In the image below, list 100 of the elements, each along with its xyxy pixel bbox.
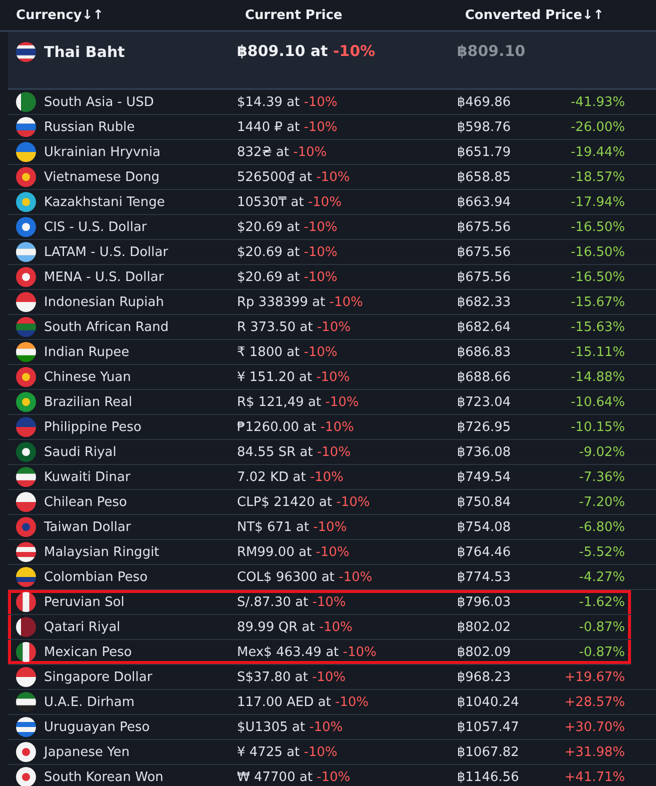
current-price: R 373.50 at -10% bbox=[237, 320, 351, 334]
current-price: $20.69 at -10% bbox=[237, 270, 338, 284]
current-price: 1440 ₽ at -10% bbox=[237, 120, 338, 134]
price-difference: -10.64% bbox=[570, 394, 625, 410]
converted-price: ฿726.95 bbox=[457, 420, 511, 434]
price-difference: -0.87% bbox=[579, 620, 625, 634]
flag-icon bbox=[16, 667, 36, 687]
converted-price: ฿1040.24 bbox=[457, 694, 520, 710]
flag-icon bbox=[16, 317, 36, 337]
currency-name: MENA - U.S. Dollar bbox=[44, 270, 164, 284]
price-difference: +19.67% bbox=[564, 670, 625, 684]
flag-icon bbox=[16, 42, 36, 62]
price-difference: -18.57% bbox=[570, 170, 625, 184]
converted-price: ฿749.54 bbox=[457, 470, 511, 484]
current-price: COL$ 96300 at -10% bbox=[237, 570, 372, 584]
price-difference: -15.11% bbox=[570, 344, 625, 360]
converted-price: ฿809.10 bbox=[457, 42, 526, 60]
converted-price: ฿682.33 bbox=[457, 294, 511, 310]
flag-icon bbox=[16, 342, 36, 362]
currency-name: Taiwan Dollar bbox=[44, 520, 131, 534]
currency-name: Brazilian Real bbox=[44, 394, 132, 410]
current-price: R$ 121,49 at -10% bbox=[237, 394, 359, 410]
currency-name: South Korean Won bbox=[44, 770, 164, 784]
price-difference: -0.87% bbox=[579, 644, 625, 660]
flag-icon bbox=[16, 267, 36, 287]
converted-price: ฿675.56 bbox=[457, 270, 511, 284]
price-difference: -41.93% bbox=[570, 94, 625, 110]
converted-price: ฿802.09 bbox=[457, 644, 511, 660]
flag-icon bbox=[16, 767, 36, 786]
flag-icon bbox=[16, 92, 36, 112]
currency-name: Colombian Peso bbox=[44, 570, 148, 584]
converted-price: ฿802.02 bbox=[457, 620, 511, 634]
currency-name: South African Rand bbox=[44, 320, 169, 334]
converted-price: ฿723.04 bbox=[457, 394, 511, 410]
current-price: 10530₸ at -10% bbox=[237, 194, 342, 210]
current-price: 89.99 QR at -10% bbox=[237, 620, 353, 634]
current-price: ₩ 47700 at -10% bbox=[237, 770, 350, 784]
column-header[interactable]: Currency↓↑ bbox=[8, 8, 237, 22]
converted-price: ฿1057.47 bbox=[457, 720, 520, 734]
converted-price: ฿774.53 bbox=[457, 570, 511, 584]
currency-name: Mexican Peso bbox=[44, 644, 132, 660]
converted-price: ฿682.64 bbox=[457, 320, 511, 334]
price-difference: +28.57% bbox=[564, 694, 625, 710]
flag-icon bbox=[16, 192, 36, 212]
currency-name: Qatari Riyal bbox=[44, 620, 120, 634]
currency-name: Kuwaiti Dinar bbox=[44, 470, 130, 484]
current-price: $14.39 at -10% bbox=[237, 94, 338, 110]
current-price: Mex$ 463.49 at -10% bbox=[237, 644, 376, 660]
flag-icon bbox=[16, 367, 36, 387]
flag-icon bbox=[16, 592, 36, 612]
current-price: S$37.80 at -10% bbox=[237, 670, 346, 684]
price-difference: +41.71% bbox=[564, 770, 625, 784]
price-difference: -10.15% bbox=[570, 420, 625, 434]
currency-name: Indonesian Rupiah bbox=[44, 294, 164, 310]
current-price: ¥ 4725 at -10% bbox=[237, 744, 338, 760]
currency-name: South Asia - USD bbox=[44, 94, 154, 110]
price-difference: +30.70% bbox=[564, 720, 625, 734]
currency-name: Uruguayan Peso bbox=[44, 720, 150, 734]
converted-price: ฿598.76 bbox=[457, 120, 511, 134]
flag-icon bbox=[16, 517, 36, 537]
converted-price: ฿750.84 bbox=[457, 494, 511, 510]
current-price: 7.02 KD at -10% bbox=[237, 470, 344, 484]
converted-price: ฿651.79 bbox=[457, 144, 511, 160]
current-price: NT$ 671 at -10% bbox=[237, 520, 347, 534]
column-header[interactable]: Current Price bbox=[237, 8, 457, 22]
converted-price: ฿1146.56 bbox=[457, 770, 520, 784]
flag-icon bbox=[16, 242, 36, 262]
flag-icon bbox=[16, 167, 36, 187]
price-difference: -5.52% bbox=[579, 544, 625, 560]
flag-icon bbox=[16, 567, 36, 587]
price-difference: -26.00% bbox=[570, 120, 625, 134]
flag-icon bbox=[16, 542, 36, 562]
currency-name: Philippine Peso bbox=[44, 420, 142, 434]
current-price: RM99.00 at -10% bbox=[237, 544, 350, 560]
currency-name: Russian Ruble bbox=[44, 120, 135, 134]
converted-price: ฿754.08 bbox=[457, 520, 511, 534]
current-price: $20.69 at -10% bbox=[237, 244, 338, 260]
currency-name: Kazakhstani Tenge bbox=[44, 194, 165, 210]
current-price: ₱1260.00 at -10% bbox=[237, 420, 354, 434]
price-difference: -6.80% bbox=[579, 520, 625, 534]
column-header[interactable]: Converted Price↓↑ bbox=[457, 8, 604, 22]
flag-icon bbox=[16, 692, 36, 712]
flag-icon bbox=[16, 617, 36, 637]
price-difference: -7.20% bbox=[579, 494, 625, 510]
current-price: $U1305 at -10% bbox=[237, 720, 343, 734]
currency-name: Chilean Peso bbox=[44, 494, 127, 510]
converted-price: ฿675.56 bbox=[457, 220, 511, 234]
currency-name: LATAM - U.S. Dollar bbox=[44, 244, 168, 260]
converted-price: ฿688.66 bbox=[457, 370, 511, 384]
current-price: $20.69 at -10% bbox=[237, 220, 338, 234]
flag-icon bbox=[16, 292, 36, 312]
current-price: 832₴ at -10% bbox=[237, 144, 327, 160]
currency-name: Malaysian Ringgit bbox=[44, 544, 160, 560]
flag-icon bbox=[16, 392, 36, 412]
converted-price: ฿469.86 bbox=[457, 94, 511, 110]
converted-price: ฿764.46 bbox=[457, 544, 511, 560]
current-price: ฿809.10 at -10% bbox=[237, 42, 376, 60]
flag-icon bbox=[16, 117, 36, 137]
flag-icon bbox=[16, 467, 36, 487]
flag-icon bbox=[16, 492, 36, 512]
